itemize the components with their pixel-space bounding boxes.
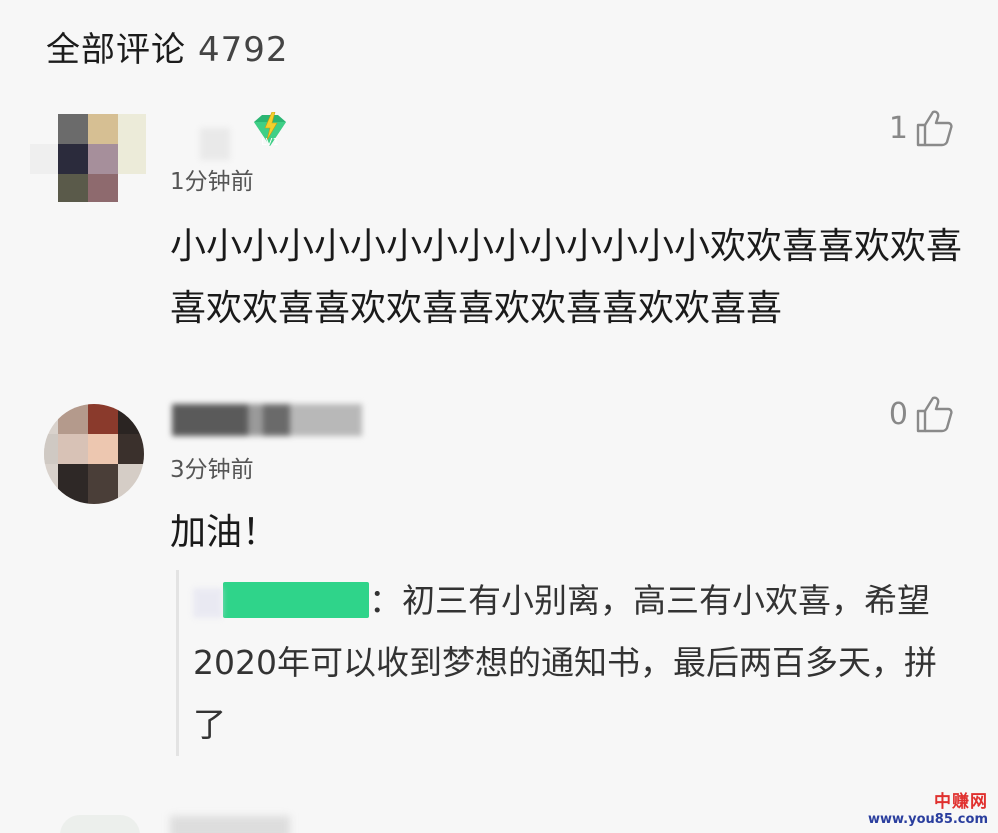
watermark-name: 中赚网 [934,792,988,812]
thumbs-up-icon [916,396,953,433]
comment-time: 3分钟前 [170,457,254,483]
comment-time: 1分钟前 [170,169,254,195]
comment-item: 3分钟前 0 加油！ ：初三有小别离，高三有小欢喜，希望2020年可以收到梦想的… [0,390,998,760]
quoted-reply[interactable]: ：初三有小别离，高三有小欢喜，希望2020年可以收到梦想的通知书，最后两百多天，… [176,570,966,756]
reply-username-redacted [193,587,223,618]
like-count: 0 [888,396,908,432]
username-redacted[interactable] [172,404,362,436]
avatar[interactable] [30,100,148,202]
like-button[interactable]: 0 [889,394,954,434]
comment-text: 加油！ [170,512,279,553]
reply-username-highlight[interactable] [223,581,369,618]
reply-separator: ： [369,581,402,620]
level-badge-icon: LV1 [254,112,286,148]
comment-text: 小小小小小小小小小小小小小小小欢欢喜喜欢欢喜喜欢欢喜喜欢欢喜喜欢欢喜喜欢欢喜喜 [170,226,963,329]
svg-text:LV1: LV1 [261,137,279,148]
like-count: 1 [888,110,908,146]
username-redacted [170,816,290,833]
comments-count: 4792 [198,30,289,70]
username-redacted[interactable] [200,128,230,160]
comments-header: 全部评论 4792 [46,22,289,71]
avatar[interactable] [44,404,144,504]
avatar[interactable] [60,815,140,833]
like-button[interactable]: 1 [889,108,954,148]
watermark-url: www.you85.com [867,812,988,827]
comments-title: 全部评论 [46,30,186,70]
comment-item: LV1 1分钟前 1 小小小小小小小小小小小小小小小欢欢喜喜欢欢喜喜欢欢喜喜欢欢… [0,100,998,370]
thumbs-up-icon [916,110,953,147]
watermark: 中赚网 www.you85.com [868,787,988,827]
